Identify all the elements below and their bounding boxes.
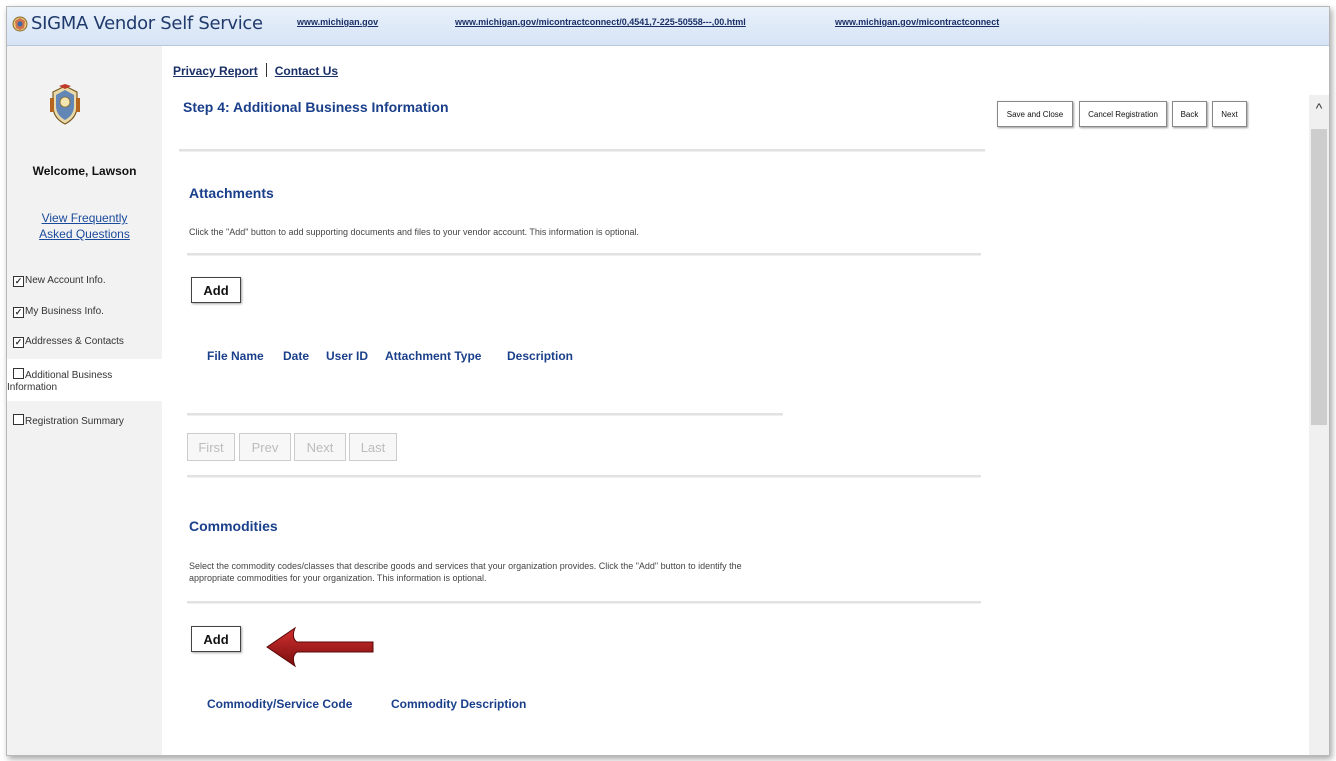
faq-link-line2: Asked Questions bbox=[39, 227, 130, 241]
divider bbox=[179, 149, 985, 152]
attachments-title: Attachments bbox=[189, 185, 274, 201]
divider bbox=[187, 475, 981, 478]
page-title: Step 4: Additional Business Information bbox=[183, 99, 449, 115]
scrollbar-thumb[interactable] bbox=[1311, 129, 1327, 425]
pager-next-button[interactable]: Next bbox=[294, 433, 346, 461]
pager-prev-button[interactable]: Prev bbox=[239, 433, 291, 461]
commodities-title: Commodities bbox=[189, 518, 278, 534]
back-button[interactable]: Back bbox=[1172, 101, 1207, 127]
divider bbox=[187, 253, 981, 256]
app-title: SIGMA Vendor Self Service bbox=[31, 13, 263, 34]
add-commodity-button[interactable]: Add bbox=[191, 626, 241, 652]
brand: SIGMA Vendor Self Service bbox=[11, 13, 263, 34]
column-header-commodity-service-code[interactable]: Commodity/Service Code bbox=[207, 697, 352, 711]
sidebar-item-new-account-info[interactable]: ✓ New Account Info. bbox=[7, 275, 162, 287]
pager-last-button[interactable]: Last bbox=[349, 433, 397, 461]
sidebar: Welcome, Lawson View Frequently Asked Qu… bbox=[7, 46, 162, 755]
header-link-micontractconnect-page[interactable]: www.michigan.gov/micontractconnect/0,454… bbox=[455, 17, 746, 27]
checkbox-checked-icon: ✓ bbox=[13, 337, 24, 348]
sidebar-item-registration-summary[interactable]: Registration Summary bbox=[7, 414, 162, 428]
checkbox-empty-icon bbox=[13, 368, 24, 379]
column-header-description[interactable]: Description bbox=[507, 349, 573, 363]
browser-frame: SIGMA Vendor Self Service www.michigan.g… bbox=[6, 6, 1330, 756]
faq-link-line1: View Frequently bbox=[41, 211, 128, 225]
commodities-description-line1: Select the commodity codes/classes that … bbox=[189, 561, 742, 571]
commodities-description-line2: appropriate commodities for your organiz… bbox=[189, 573, 487, 583]
cancel-registration-button[interactable]: Cancel Registration bbox=[1079, 101, 1167, 127]
chevron-up-icon[interactable]: ^ bbox=[1312, 101, 1326, 115]
michigan-seal-small-icon bbox=[12, 16, 28, 31]
top-links: Privacy Report Contact Us bbox=[173, 63, 338, 78]
commodities-description: Select the commodity codes/classes that … bbox=[189, 560, 742, 584]
vertical-scrollbar[interactable]: ^ bbox=[1309, 95, 1329, 755]
checkbox-checked-icon: ✓ bbox=[13, 276, 24, 287]
save-and-close-button[interactable]: Save and Close bbox=[997, 101, 1073, 127]
attachments-description: Click the "Add" button to add supporting… bbox=[189, 227, 639, 237]
app-header: SIGMA Vendor Self Service www.michigan.g… bbox=[7, 7, 1329, 46]
sidebar-item-label: My Business Info. bbox=[25, 306, 104, 317]
sidebar-item-label: New Account Info. bbox=[25, 275, 106, 286]
column-header-date[interactable]: Date bbox=[283, 349, 309, 363]
add-attachment-button[interactable]: Add bbox=[191, 277, 241, 303]
privacy-report-link[interactable]: Privacy Report bbox=[173, 64, 258, 78]
sidebar-item-label-line1: Additional Business bbox=[25, 370, 113, 381]
sidebar-item-label-line2: Information bbox=[7, 382, 58, 393]
column-header-commodity-description[interactable]: Commodity Description bbox=[391, 697, 526, 711]
divider bbox=[187, 601, 981, 604]
checkbox-empty-icon bbox=[13, 414, 24, 425]
link-separator bbox=[265, 63, 267, 77]
sidebar-item-additional-business-information[interactable]: Additional Business Information bbox=[7, 359, 162, 401]
sidebar-item-label: Addresses & Contacts bbox=[25, 336, 124, 347]
column-header-user-id[interactable]: User ID bbox=[326, 349, 368, 363]
pager-first-button[interactable]: First bbox=[187, 433, 235, 461]
column-header-attachment-type[interactable]: Attachment Type bbox=[385, 349, 481, 363]
checkbox-checked-icon: ✓ bbox=[13, 307, 24, 318]
faq-link[interactable]: View Frequently Asked Questions bbox=[7, 210, 162, 242]
sidebar-item-my-business-info[interactable]: ✓ My Business Info. bbox=[7, 306, 162, 318]
michigan-seal-icon bbox=[50, 84, 80, 125]
table-footer-divider bbox=[187, 413, 783, 416]
column-header-file-name[interactable]: File Name bbox=[207, 349, 264, 363]
sidebar-item-addresses-contacts[interactable]: ✓ Addresses & Contacts bbox=[7, 336, 162, 348]
header-link-micontractconnect[interactable]: www.michigan.gov/micontractconnect bbox=[835, 17, 999, 27]
red-arrow-icon bbox=[266, 626, 374, 668]
header-link-michigan-gov[interactable]: www.michigan.gov bbox=[297, 17, 378, 27]
contact-us-link[interactable]: Contact Us bbox=[275, 64, 338, 78]
next-button[interactable]: Next bbox=[1212, 101, 1247, 127]
welcome-message: Welcome, Lawson bbox=[32, 164, 137, 178]
sidebar-item-label: Registration Summary bbox=[25, 416, 124, 427]
